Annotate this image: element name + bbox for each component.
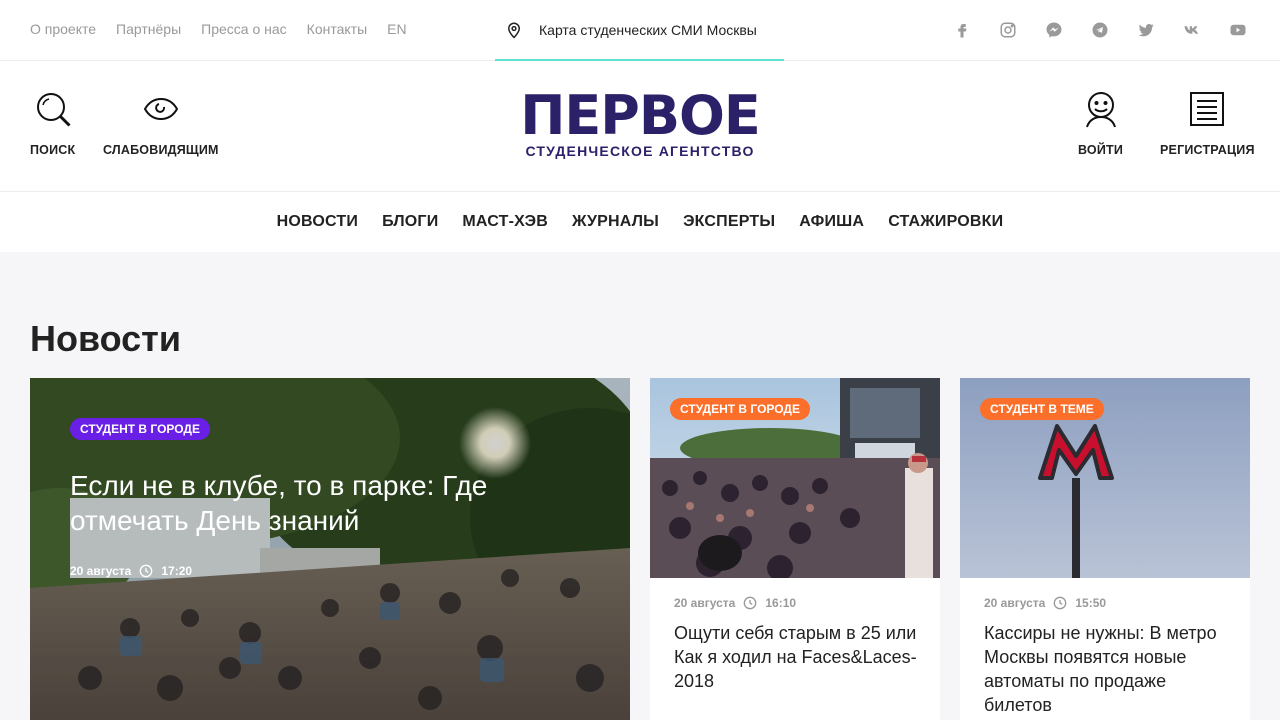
register-button[interactable]: РЕГИСТРАЦИЯ <box>1160 89 1255 157</box>
nav-experts[interactable]: ЭКСПЕРТЫ <box>683 213 775 231</box>
hero-date: 20 августа <box>70 564 132 578</box>
search-label: ПОИСК <box>30 143 76 157</box>
news-card-meta: 20 августа 15:50 <box>984 596 1106 610</box>
site-logo[interactable]: ПЕРВОЕ СТУДЕНЧЕСКОЕ АГЕНТСТВО <box>519 84 761 160</box>
clock-icon <box>744 596 757 610</box>
nav-magazines[interactable]: ЖУРНАЛЫ <box>572 213 659 231</box>
site-header: ПОИСК СЛАБОВИДЯЩИМ ПЕРВОЕ СТУДЕНЧЕСКОЕ А… <box>0 61 1280 192</box>
twitter-icon[interactable] <box>1134 20 1158 40</box>
social-links <box>950 20 1250 40</box>
news-card-time: 15:50 <box>1075 596 1107 610</box>
youtube-icon[interactable] <box>1226 20 1250 40</box>
section-title: Новости <box>30 318 181 359</box>
logo-sub: СТУДЕНЧЕСКОЕ АГЕНТСТВО <box>525 143 755 159</box>
link-language[interactable]: EN <box>387 21 406 37</box>
messenger-icon[interactable] <box>1042 20 1066 40</box>
clock-icon <box>140 564 153 578</box>
top-bar: О проекте Партнёры Пресса о нас Контакты… <box>0 0 1280 61</box>
low-vision-label: СЛАБОВИДЯЩИМ <box>103 143 219 157</box>
hero-news-card[interactable]: СТУДЕНТ В ГОРОДЕ Если не в клубе, то в п… <box>30 378 630 720</box>
news-card[interactable]: СТУДЕНТ В ГОРОДЕ 20 августа 16:10 Ощути … <box>650 378 940 720</box>
nav-internships[interactable]: СТАЖИРОВКИ <box>888 213 1003 231</box>
news-card-title[interactable]: Ощути себя старым в 25 или Как я ходил н… <box>674 621 924 693</box>
low-vision-button[interactable]: СЛАБОВИДЯЩИМ <box>103 89 219 157</box>
nav-events[interactable]: АФИША <box>799 213 864 231</box>
link-partners[interactable]: Партнёры <box>116 21 181 37</box>
login-label: ВОЙТИ <box>1078 143 1124 157</box>
map-link-label: Карта студенческих СМИ Москвы <box>539 21 757 38</box>
news-card-category-badge[interactable]: СТУДЕНТ В ТЕМЕ <box>980 398 1104 420</box>
instagram-icon[interactable] <box>996 20 1020 40</box>
nav-must-have[interactable]: МАСТ-ХЭВ <box>462 213 548 231</box>
clock-icon <box>1054 596 1067 610</box>
main-nav: НОВОСТИ БЛОГИ МАСТ-ХЭВ ЖУРНАЛЫ ЭКСПЕРТЫ … <box>0 192 1280 252</box>
news-card-date: 20 августа <box>984 596 1046 610</box>
news-card-title[interactable]: Кассиры не нужны: В метро Москвы появятс… <box>984 621 1234 717</box>
nav-news[interactable]: НОВОСТИ <box>277 213 358 231</box>
nav-blogs[interactable]: БЛОГИ <box>382 213 438 231</box>
logo-main: ПЕРВОЕ <box>520 84 761 147</box>
login-button[interactable]: ВОЙТИ <box>1078 89 1123 157</box>
hero-category-badge[interactable]: СТУДЕНТ В ГОРОДЕ <box>70 418 210 440</box>
map-pin-icon <box>507 22 521 39</box>
eye-icon <box>143 97 178 121</box>
hero-time: 17:20 <box>161 564 193 578</box>
link-press[interactable]: Пресса о нас <box>201 21 287 37</box>
link-about[interactable]: О проекте <box>30 21 96 37</box>
news-card-meta: 20 августа 16:10 <box>674 596 796 610</box>
hero-meta: 20 августа 17:20 <box>70 564 192 578</box>
document-icon <box>1190 92 1225 126</box>
search-icon <box>36 93 71 127</box>
link-contacts[interactable]: Контакты <box>307 21 367 37</box>
news-card-time: 16:10 <box>765 596 797 610</box>
user-smile-icon <box>1085 92 1116 128</box>
map-link[interactable]: Карта студенческих СМИ Москвы <box>495 0 784 61</box>
telegram-icon[interactable] <box>1088 20 1112 40</box>
news-card-date: 20 августа <box>674 596 736 610</box>
top-links: О проекте Партнёры Пресса о нас Контакты… <box>30 21 407 37</box>
hero-title[interactable]: Если не в клубе, то в парке: Где отмечат… <box>70 468 570 538</box>
news-card-category-badge[interactable]: СТУДЕНТ В ГОРОДЕ <box>670 398 810 420</box>
news-card[interactable]: СТУДЕНТ В ТЕМЕ 20 августа 15:50 Кассиры … <box>960 378 1250 720</box>
vk-icon[interactable] <box>1180 20 1204 40</box>
search-button[interactable]: ПОИСК <box>30 89 75 157</box>
facebook-icon[interactable] <box>950 20 974 40</box>
register-label: РЕГИСТРАЦИЯ <box>1160 143 1255 157</box>
